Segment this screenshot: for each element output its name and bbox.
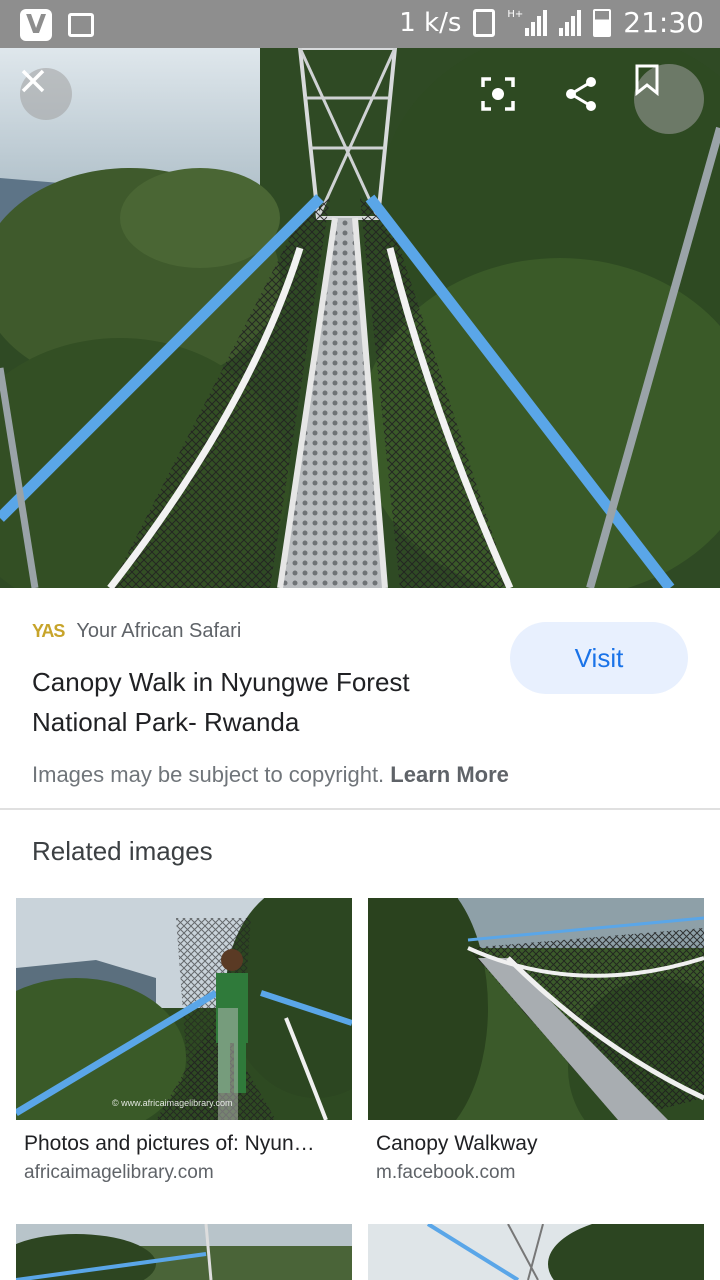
- related-title-2[interactable]: Canopy Walkway: [376, 1132, 537, 1156]
- signal-icon-2: [559, 9, 582, 36]
- net-speed: 1 k/s: [399, 7, 462, 38]
- related-title-1[interactable]: Photos and pictures of: Nyun…: [24, 1132, 315, 1156]
- result-title[interactable]: Canopy Walk in Nyungwe Forest National P…: [32, 662, 492, 742]
- signal-icon: H+: [507, 8, 548, 36]
- related-heading: Related images: [32, 836, 213, 866]
- bookmark-icon: [635, 64, 659, 96]
- canopy-bridge-image: [0, 48, 720, 588]
- related-source-2: m.facebook.com: [376, 1162, 516, 1183]
- clock: 21:30: [623, 6, 704, 39]
- related-thumbnail-4[interactable]: [368, 1224, 704, 1280]
- related-image-1: [16, 898, 352, 1120]
- source-row[interactable]: YAS Your African Safari: [32, 620, 241, 643]
- main-image[interactable]: [0, 48, 720, 588]
- lens-button[interactable]: [480, 76, 524, 120]
- divider: [0, 808, 720, 810]
- copyright-text: Images may be subject to copyright.: [32, 762, 385, 787]
- related-thumbnail-1[interactable]: © www.africaimagelibrary.com: [16, 898, 352, 1120]
- close-button[interactable]: [20, 68, 72, 120]
- battery-icon: [593, 8, 612, 37]
- watermark: © www.africaimagelibrary.com: [112, 1098, 233, 1108]
- learn-more-link[interactable]: Learn More: [390, 762, 509, 787]
- related-thumbnail-2[interactable]: [368, 898, 704, 1120]
- related-thumbnail-3[interactable]: [16, 1224, 352, 1280]
- visit-button[interactable]: Visit: [510, 622, 688, 694]
- related-image-2: [368, 898, 704, 1120]
- close-icon: [21, 69, 45, 93]
- lens-icon: [481, 77, 515, 111]
- share-button[interactable]: [564, 76, 608, 120]
- vlc-icon: V: [20, 9, 52, 41]
- vibrate-icon: [473, 8, 496, 37]
- related-image-3: [16, 1224, 352, 1280]
- save-button[interactable]: [634, 64, 704, 134]
- gallery-icon: [68, 13, 94, 37]
- network-type: H+: [507, 8, 524, 20]
- copyright-notice: Images may be subject to copyright. Lear…: [32, 762, 509, 788]
- source-logo: YAS: [32, 621, 65, 641]
- related-image-4: [368, 1224, 704, 1280]
- related-source-1: africaimagelibrary.com: [24, 1162, 214, 1183]
- status-bar: V 1 k/s H+ 21:30: [0, 0, 720, 48]
- share-icon: [566, 77, 596, 111]
- source-name: Your African Safari: [76, 620, 242, 642]
